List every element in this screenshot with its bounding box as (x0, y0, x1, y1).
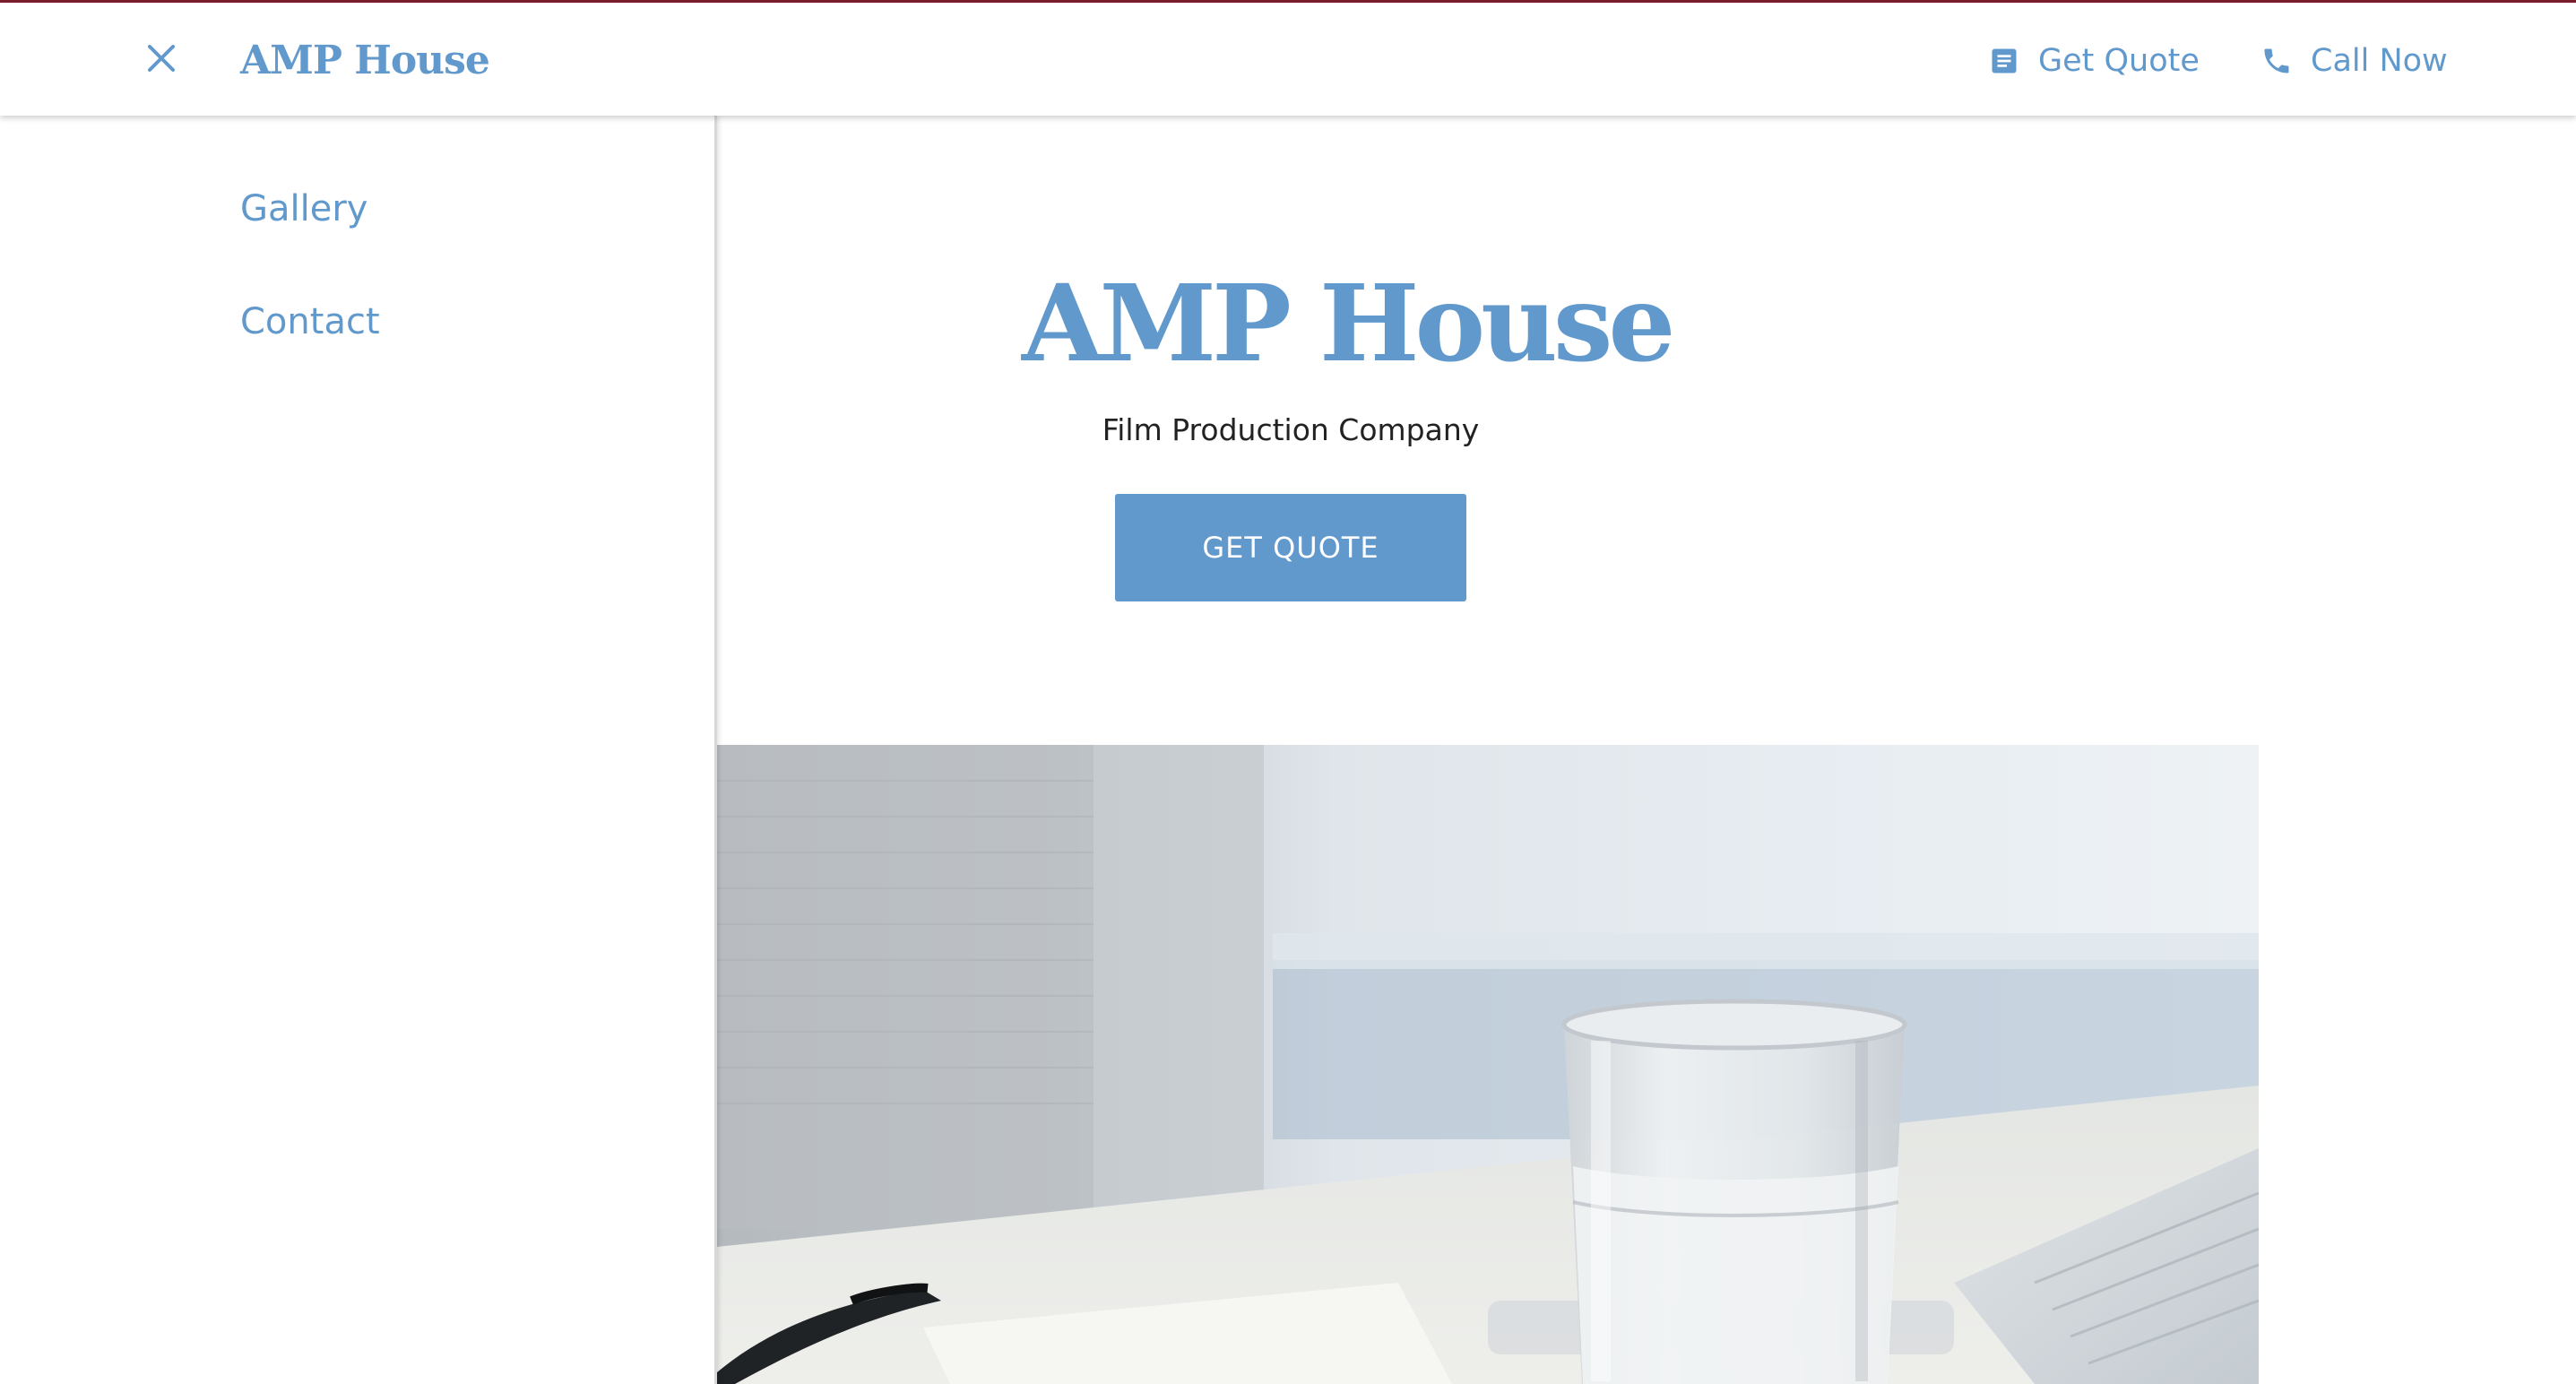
sidebar-item-contact[interactable]: Contact (240, 295, 380, 349)
call-now-label: Call Now (2311, 43, 2448, 79)
sidebar-item-gallery[interactable]: Gallery (240, 182, 367, 236)
sidebar-menu: Gallery Contact (0, 116, 717, 1384)
close-menu-button[interactable] (142, 39, 181, 78)
hero-image (717, 745, 2259, 1384)
form-icon (1988, 43, 2020, 75)
get-quote-link[interactable]: Get Quote (1988, 37, 2200, 85)
site-header: AMP House Get Quote Call Now (0, 3, 2576, 116)
get-quote-label: Get Quote (2038, 43, 2200, 79)
get-quote-button[interactable]: GET QUOTE (1115, 494, 1466, 601)
call-now-link[interactable]: Call Now (2260, 37, 2448, 85)
brand-logo[interactable]: AMP House (240, 34, 490, 88)
phone-icon (2260, 43, 2293, 75)
hero-title: AMP House (1022, 261, 1675, 385)
hero-subtitle: Film Production Company (1102, 412, 1480, 447)
close-icon (148, 45, 175, 72)
